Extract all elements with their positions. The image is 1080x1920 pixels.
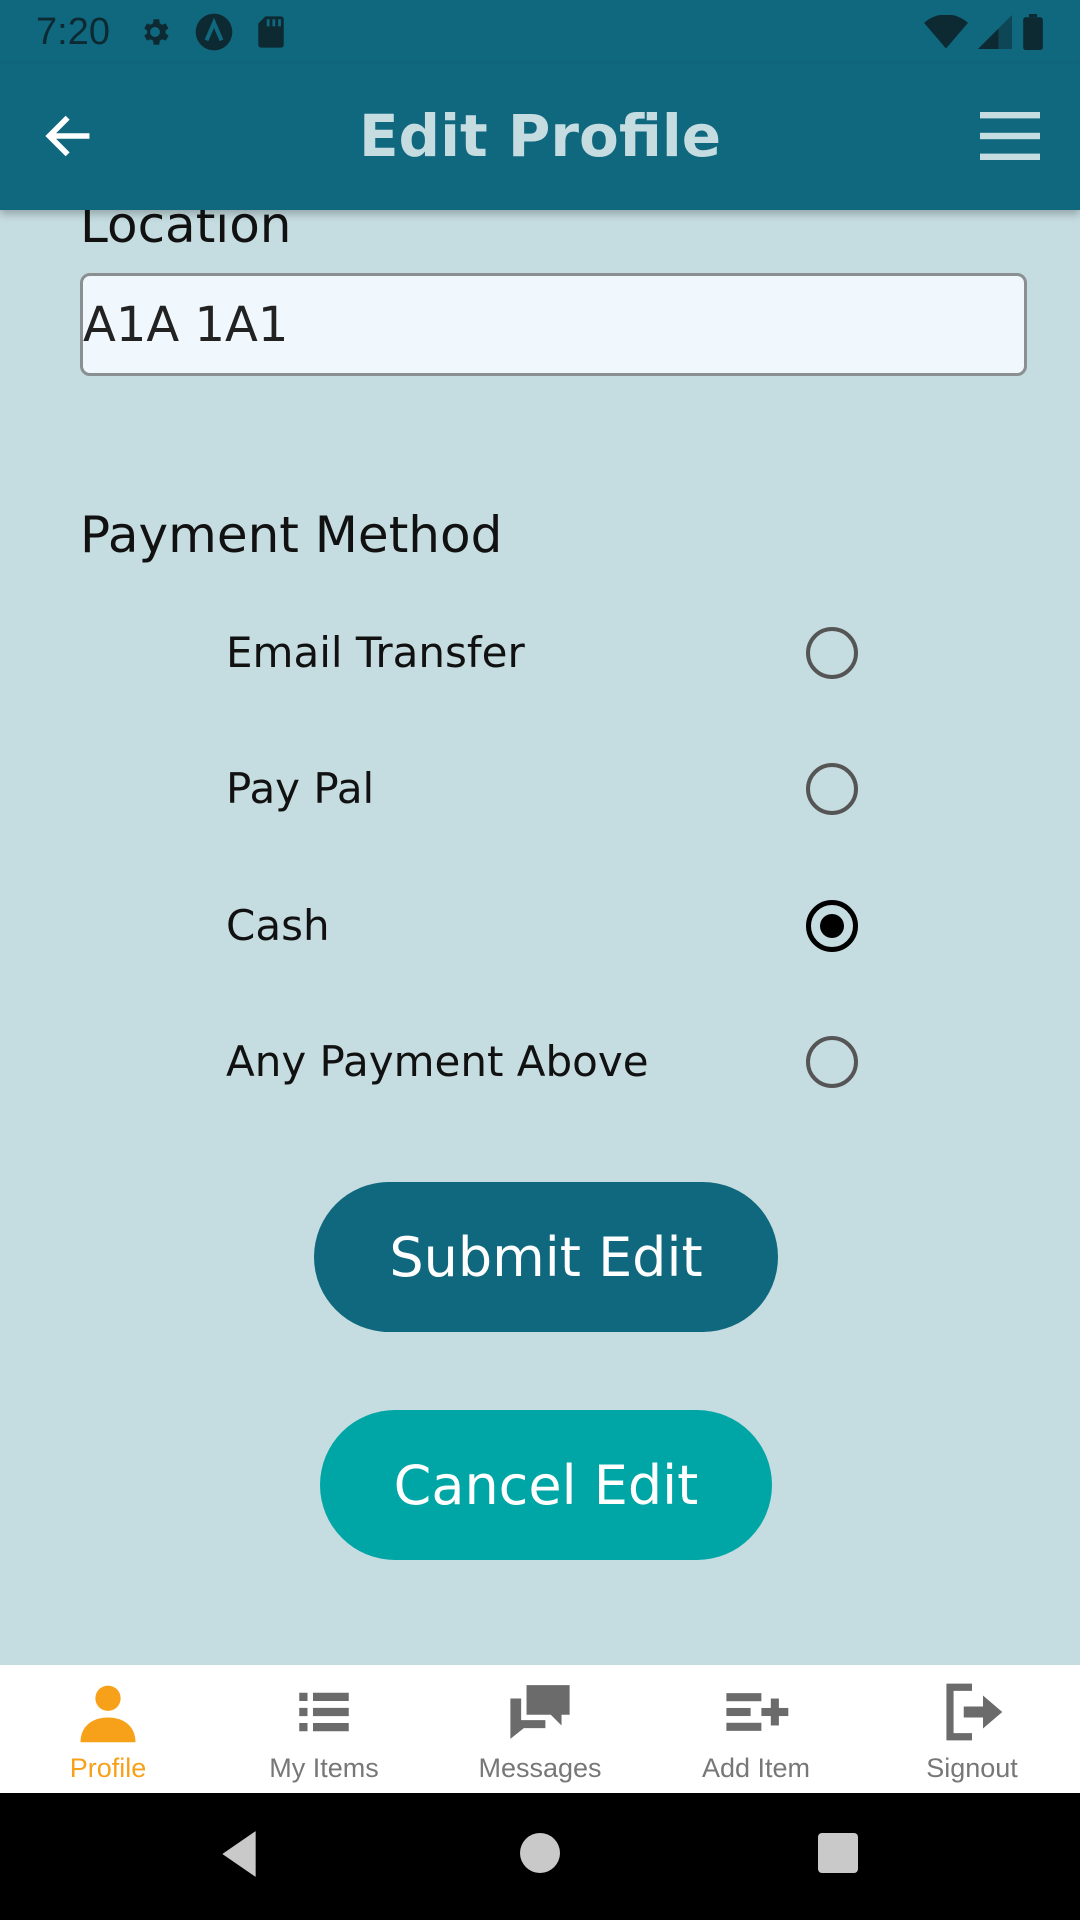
- radio-option-email-transfer[interactable]: Email Transfer: [226, 607, 866, 697]
- screen: 7:20 Edit Profile Location A1A 1A1 Payme…: [0, 0, 1080, 1920]
- app-bar: Edit Profile: [0, 64, 1080, 210]
- nav-label: Profile: [69, 1753, 147, 1783]
- payment-method-label: Payment Method: [80, 506, 503, 564]
- nav-label: Add Item: [701, 1753, 811, 1783]
- system-back-icon[interactable]: [218, 1829, 260, 1879]
- nav-item-signout[interactable]: Signout: [864, 1665, 1080, 1793]
- system-recents-icon[interactable]: [818, 1833, 858, 1873]
- list-icon: [299, 1692, 349, 1732]
- radio-button-selected[interactable]: [806, 900, 858, 952]
- hamburger-menu-icon[interactable]: [980, 110, 1040, 162]
- radio-label: Pay Pal: [226, 763, 375, 813]
- nav-label: Signout: [926, 1753, 1018, 1783]
- signal-icon: [978, 15, 1012, 49]
- nav-item-profile[interactable]: Profile: [0, 1665, 216, 1793]
- radio-option-cash[interactable]: Cash: [226, 880, 866, 970]
- a-icon: [195, 13, 233, 51]
- radio-option-pay-pal[interactable]: Pay Pal: [226, 743, 866, 833]
- radio-button[interactable]: [806, 763, 858, 815]
- cancel-edit-button[interactable]: Cancel Edit: [320, 1410, 772, 1560]
- sd-card-icon: [258, 16, 284, 48]
- radio-label: Any Payment Above: [226, 1036, 649, 1086]
- system-home-icon[interactable]: [520, 1833, 560, 1873]
- radio-option-any-payment[interactable]: Any Payment Above: [226, 1016, 866, 1106]
- person-icon: [80, 1685, 136, 1743]
- nav-item-add-item[interactable]: Add Item: [648, 1665, 864, 1793]
- radio-label: Cash: [226, 900, 330, 950]
- chat-icon: [510, 1685, 570, 1739]
- bottom-navigation: Profile My Items Messages Add Item Signo…: [0, 1665, 1080, 1793]
- nav-label: Messages: [478, 1753, 602, 1783]
- nav-label: My Items: [269, 1753, 379, 1783]
- status-bar: 7:20: [0, 0, 1080, 64]
- submit-edit-button[interactable]: Submit Edit: [314, 1182, 778, 1332]
- nav-item-my-items[interactable]: My Items: [216, 1665, 432, 1793]
- location-input[interactable]: A1A 1A1: [80, 273, 1027, 376]
- gear-icon: [144, 19, 169, 45]
- battery-icon: [1023, 14, 1043, 50]
- page-title: Edit Profile: [358, 102, 722, 170]
- radio-label: Email Transfer: [226, 627, 525, 677]
- radio-button[interactable]: [806, 1036, 858, 1088]
- add-list-icon: [726, 1693, 789, 1731]
- signout-icon: [946, 1683, 1003, 1741]
- nav-item-messages[interactable]: Messages: [432, 1665, 648, 1793]
- system-navigation-bar: [0, 1793, 1080, 1920]
- edit-profile-form: Location A1A 1A1 Payment Method Email Tr…: [0, 196, 1080, 1665]
- status-time: 7:20: [36, 10, 110, 53]
- wifi-icon: [924, 15, 968, 49]
- radio-button[interactable]: [806, 627, 858, 679]
